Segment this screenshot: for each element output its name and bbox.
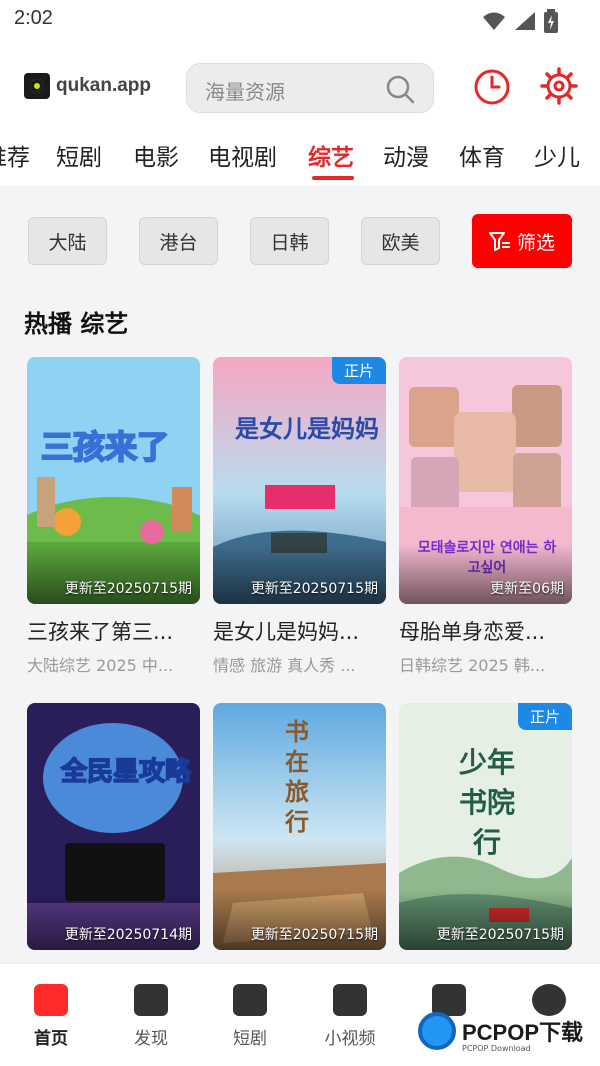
update-status: 更新至20250715期 xyxy=(64,581,192,597)
clapperboard-icon xyxy=(34,984,68,1016)
card-title[interactable]: 三孩来了第三... xyxy=(27,616,200,646)
poster-title: 少年书院行 xyxy=(458,746,515,859)
search-input[interactable]: 海量资源 xyxy=(186,63,434,113)
video-card[interactable]: 是女儿是妈妈 正片 更新至20250715期 是女儿是妈妈... 情感 旅游 真… xyxy=(213,357,386,676)
battery-icon xyxy=(544,9,558,33)
badge: 正片 xyxy=(517,703,572,730)
badge: 正片 xyxy=(331,357,386,384)
nav-label: 短剧 xyxy=(233,1029,267,1049)
tab-variety[interactable]: 综艺 xyxy=(308,138,354,172)
update-status: 更新至20250715期 xyxy=(436,927,564,943)
poster-title: 三孩来了 xyxy=(40,427,170,467)
tab-movie[interactable]: 电影 xyxy=(133,138,179,172)
watermark-text: PCPOP下载 xyxy=(462,1020,584,1045)
nav-home[interactable]: 首页 xyxy=(6,984,96,1049)
tab-short-drama[interactable]: 短剧 xyxy=(56,138,102,172)
logo-icon xyxy=(24,73,50,99)
video-card[interactable]: 三孩来了 更新至20250715期 三孩来了第三... 大陆综艺 2025 中.… xyxy=(27,357,200,676)
discover-icon xyxy=(134,984,168,1016)
category-tabs: 推荐 短剧 电影 电视剧 综艺 动漫 体育 少儿 xyxy=(0,132,600,186)
section-title: 热播 综艺 xyxy=(24,310,129,338)
video-card[interactable]: 少年书院行 正片 更新至20250715期 xyxy=(399,703,572,950)
filter-jp-kr[interactable]: 日韩 xyxy=(250,217,329,265)
video-card[interactable]: 全民星攻略 更新至20250714期 xyxy=(27,703,200,950)
card-title[interactable]: 母胎单身恋爱... xyxy=(399,616,572,646)
nav-label: 小视频 xyxy=(324,1029,376,1049)
status-time: 2:02 xyxy=(14,7,53,29)
watermark-logo xyxy=(418,1012,456,1050)
nav-label: 首页 xyxy=(34,1029,68,1049)
update-status: 更新至20250714期 xyxy=(64,927,192,943)
tab-tv-series[interactable]: 电视剧 xyxy=(208,138,277,172)
card-subtitle: 日韩综艺 2025 韩... xyxy=(399,656,546,675)
filter-icon xyxy=(488,232,510,251)
video-card[interactable]: 书在旅行 更新至20250715期 xyxy=(213,703,386,950)
poster[interactable]: 书在旅行 更新至20250715期 xyxy=(213,703,386,950)
poster-title: 是女儿是妈妈 xyxy=(235,414,379,443)
poster[interactable]: 모태솔로지만 연애는 하고싶어 更新至06期 xyxy=(399,357,572,604)
watermark-subtext: PCPOP Download xyxy=(462,1044,531,1053)
poster[interactable]: 三孩来了 更新至20250715期 xyxy=(27,357,200,604)
filter-hk-tw[interactable]: 港台 xyxy=(139,217,218,265)
search-placeholder: 海量资源 xyxy=(205,80,285,104)
card-subtitle: 大陆综艺 2025 中... xyxy=(27,656,174,675)
nav-label: 发现 xyxy=(134,1029,168,1049)
nav-short-video[interactable]: 小视频 xyxy=(305,984,395,1049)
tab-kids[interactable]: 少儿 xyxy=(534,138,580,172)
history-icon[interactable] xyxy=(473,68,511,106)
filter-label: 筛选 xyxy=(516,231,555,254)
tab-anime[interactable]: 动漫 xyxy=(383,138,429,172)
video-card[interactable]: 모태솔로지만 연애는 하고싶어 更新至06期 母胎单身恋爱... 日韩综艺 20… xyxy=(399,357,572,676)
app-header: qukan.app 海量资源 xyxy=(0,40,600,132)
wifi-icon xyxy=(483,12,505,30)
active-tab-indicator xyxy=(312,176,354,180)
card-subtitle: 情感 旅游 真人秀 ... xyxy=(213,656,356,675)
tab-sports[interactable]: 体育 xyxy=(459,138,505,172)
search-icon[interactable] xyxy=(385,74,415,104)
poster-title: 书在旅行 xyxy=(285,717,309,836)
poster[interactable]: 全民星攻略 更新至20250714期 xyxy=(27,703,200,950)
logo-text: qukan.app xyxy=(56,75,152,96)
tab-recommend[interactable]: 推荐 xyxy=(0,138,30,172)
nav-short-drama[interactable]: 短剧 xyxy=(205,984,295,1049)
update-status: 更新至20250715期 xyxy=(250,927,378,943)
settings-icon[interactable] xyxy=(540,67,578,105)
poster-title: 全民星攻略 xyxy=(60,756,192,788)
filter-mainland[interactable]: 大陆 xyxy=(28,217,107,265)
card-title[interactable]: 是女儿是妈妈... xyxy=(213,616,386,646)
app-logo[interactable]: qukan.app xyxy=(24,73,151,99)
poster[interactable]: 是女儿是妈妈 正片 更新至20250715期 xyxy=(213,357,386,604)
filter-button[interactable]: 筛选 xyxy=(472,214,572,268)
signal-icon xyxy=(515,12,535,30)
video-icon xyxy=(333,984,367,1016)
short-drama-icon xyxy=(233,984,267,1016)
nav-discover[interactable]: 发现 xyxy=(106,984,196,1049)
filter-eu-us[interactable]: 欧美 xyxy=(361,217,440,265)
poster[interactable]: 少年书院行 正片 更新至20250715期 xyxy=(399,703,572,950)
watermark: PCPOP下载 PCPOP Download xyxy=(418,1012,584,1053)
status-icons xyxy=(482,9,558,33)
update-status: 更新至20250715期 xyxy=(250,581,378,597)
update-status: 更新至06期 xyxy=(490,581,564,597)
status-bar: 2:02 xyxy=(0,0,600,40)
